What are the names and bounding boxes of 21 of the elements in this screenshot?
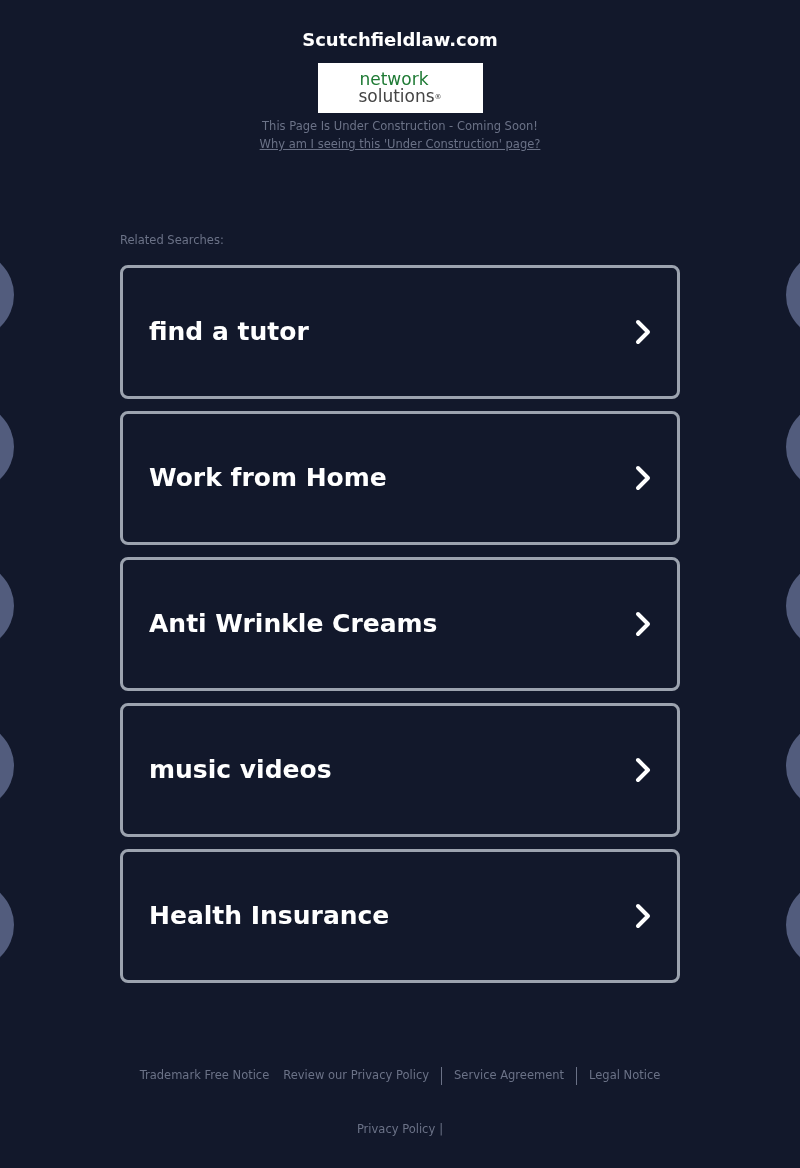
chevron-right-icon <box>635 319 651 345</box>
privacy-policy-link[interactable]: Privacy Policy <box>356 1121 436 1139</box>
construction-notice: This Page Is Under Construction - Coming Soon! <box>262 118 538 135</box>
search-link-card[interactable]: Anti Wrinkle Creams <box>120 557 680 691</box>
chevron-right-icon <box>635 903 651 929</box>
logo: network solutions$^{®}$ <box>317 63 483 113</box>
footer-link[interactable]: Legal Notice <box>589 1067 661 1085</box>
search-link-card[interactable]: find a tutor <box>120 265 680 399</box>
related-searches-heading: Related Searches: <box>120 232 225 248</box>
why-link[interactable]: Why am I seeing this 'Under Construction' page? <box>259 135 541 153</box>
chevron-right-icon <box>635 611 651 637</box>
search-link-card[interactable]: Health Insurance <box>120 849 680 983</box>
footer-link[interactable]: Review our Privacy Policy <box>283 1067 430 1085</box>
site-title: Scutchfieldlaw.com <box>302 29 498 51</box>
footer-link[interactable]: Trademark Free Notice <box>139 1067 270 1085</box>
search-link-card[interactable]: Work from Home <box>120 411 680 545</box>
chevron-right-icon <box>635 465 651 491</box>
footer-link[interactable]: Service Agreement <box>454 1067 565 1085</box>
search-link-card[interactable]: music videos <box>120 703 680 837</box>
separator: | <box>439 1121 444 1138</box>
chevron-right-icon <box>635 757 651 783</box>
